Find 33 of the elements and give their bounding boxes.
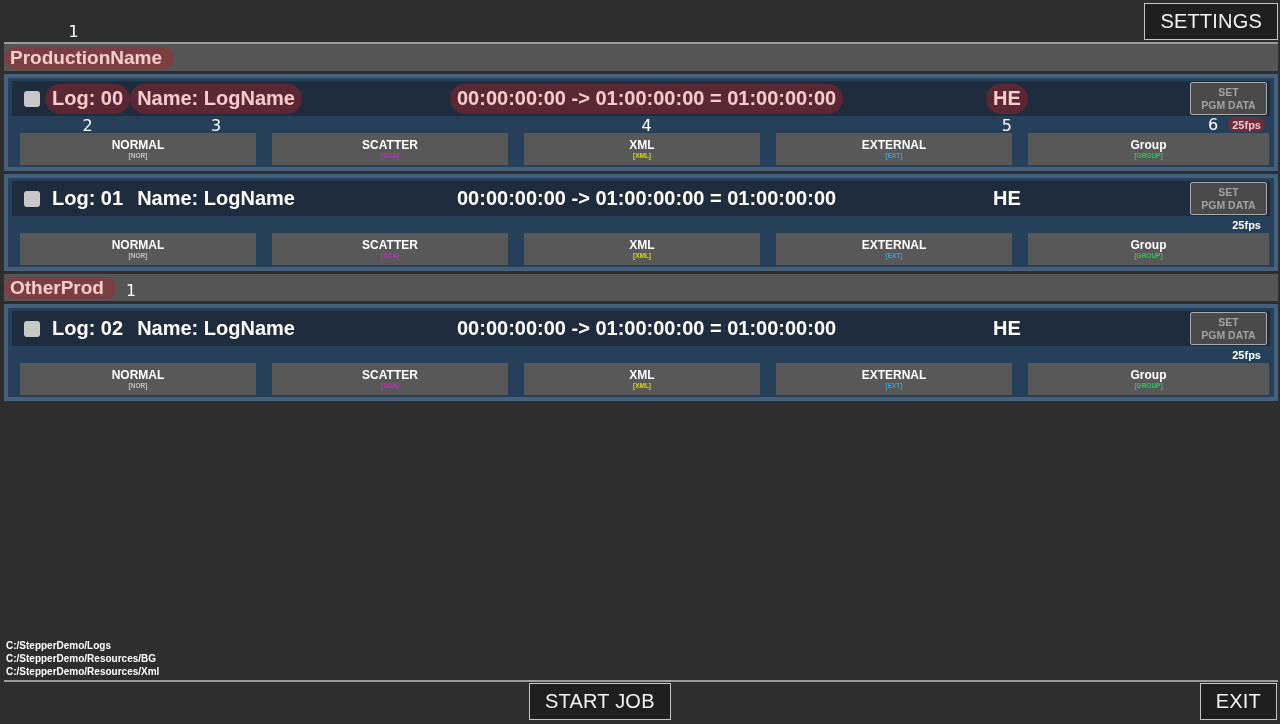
path-text: C:/StepperDemo/Resources/Xml <box>6 665 161 678</box>
callout-number: 5 <box>1001 118 1012 134</box>
callout-number: 1 <box>68 24 79 40</box>
fps-label: 25fps <box>1231 347 1262 362</box>
path-text: C:/StepperDemo/Logs <box>6 639 112 652</box>
log-number: Log: 01 <box>51 186 125 211</box>
fps-label: 25fps <box>1231 217 1262 232</box>
start-job-button[interactable]: START JOB <box>529 683 671 720</box>
timecode: 00:00:00:00 -> 01:00:00:00 = 01:00:00:00 <box>456 186 838 211</box>
checkbox[interactable] <box>24 320 40 337</box>
timecode: 00:00:00:00 -> 01:00:00:00 = 01:00:00:00 <box>450 83 844 114</box>
fps-label: 25fps <box>1228 117 1265 132</box>
callout-number: 2 <box>82 118 93 134</box>
checkbox[interactable] <box>24 190 40 207</box>
checkbox[interactable] <box>24 90 40 107</box>
format-label: HE <box>986 83 1028 114</box>
log-number: Log: 00 <box>45 83 131 114</box>
format-label: HE <box>992 316 1022 341</box>
exit-button[interactable]: EXIT <box>1199 683 1277 720</box>
log-name: Name: LogName <box>130 83 302 114</box>
callout-number: 4 <box>641 118 652 134</box>
timecode: 00:00:00:00 -> 01:00:00:00 = 01:00:00:00 <box>456 316 838 341</box>
callout-number: 1 <box>125 283 137 299</box>
callout-number: 3 <box>210 118 222 134</box>
production-name: ProductionName <box>4 46 175 69</box>
log-name: Name: LogName <box>136 186 296 211</box>
log-number: Log: 02 <box>51 316 125 341</box>
callout-number: 6 <box>1208 116 1219 133</box>
log-name: Name: LogName <box>136 316 296 341</box>
settings-button[interactable]: SETTINGS <box>1144 3 1278 40</box>
production-name: OtherProd <box>4 276 116 299</box>
path-text: C:/StepperDemo/Resources/BG <box>6 652 158 665</box>
format-label: HE <box>992 186 1022 211</box>
